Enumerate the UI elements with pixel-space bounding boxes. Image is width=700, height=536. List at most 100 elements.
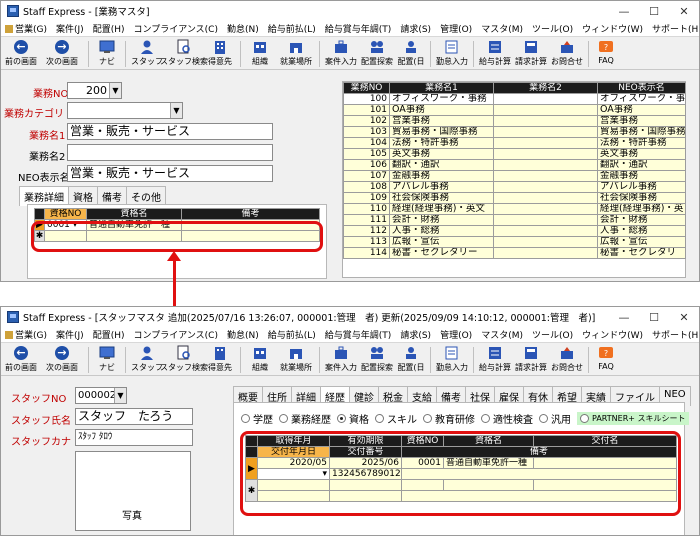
list-row[interactable]: 113 広報・宣伝 広報・宣伝 [343,236,686,248]
gyomu-name1-cell[interactable]: 秘書・セクレタリー [389,247,494,259]
neo-name-cell[interactable]: オフィスワーク・事 [597,93,686,105]
menu-kintai[interactable]: 勤怠(N) [227,22,259,35]
name2-input[interactable] [67,144,273,161]
gyomu-name1-cell[interactable]: 経理(経理事務)・英文 [389,203,494,215]
staff-kana-input[interactable]: ｽﾀｯﾌ ﾀﾛｳ [75,429,193,446]
menu-eigyo[interactable]: 営業(G) [5,22,47,35]
list-row[interactable]: 105 英文事務 英文事務 [343,148,686,160]
gyomu-name2-cell[interactable] [493,170,598,182]
menu-window[interactable]: ウィンドウ(W) [582,328,643,341]
menu-eigyo[interactable]: 営業(G) [5,328,47,341]
minimize-button[interactable]: — [609,307,639,327]
menu-haichi[interactable]: 配置(H) [93,22,125,35]
gyomu-name2-cell[interactable] [493,203,598,215]
staff-no-combo[interactable]: 000002 ▼ [75,387,127,404]
neo-name-cell[interactable]: 貿易事務・国際事務 [597,126,686,138]
menu-haichi[interactable]: 配置(H) [93,328,125,341]
gyomu-name2-cell[interactable] [493,148,598,160]
menu-kyuyo-shoyo[interactable]: 給与賞与年調(T) [325,22,392,35]
faq-button[interactable]: ? FAQ [592,38,620,70]
radio-kyoiku[interactable]: 教育研修 [423,411,475,426]
gyomu-name1-cell[interactable]: 営業事務 [389,115,494,127]
tokuisaki-button[interactable]: 得意先 [203,344,237,376]
list-row[interactable]: 110 経理(経理事務)・英文 経理(経理事務)・英 [343,203,686,215]
haichi-day-button[interactable]: 配置(日 [395,38,427,70]
menu-kyuyo-maebarai[interactable]: 給与前払(L) [268,328,316,341]
gyomu-name2-cell[interactable] [493,247,598,259]
neo-name-cell[interactable]: 英文事務 [597,148,686,160]
gyomu-no-cell[interactable]: 112 [343,225,390,237]
gyomu-name1-cell[interactable]: 人事・総務 [389,225,494,237]
haichi-day-button[interactable]: 配置(日 [395,344,427,376]
anken-input-button[interactable]: 案件入力 [323,344,359,376]
menu-window[interactable]: ウィンドウ(W) [582,22,643,35]
neo-name-cell[interactable]: 金融事務 [597,170,686,182]
kyuyo-keisan-button[interactable]: 給与計算 [477,38,513,70]
menu-kintai[interactable]: 勤怠(N) [227,328,259,341]
tab-sonota[interactable]: その他 [126,186,166,206]
menu-anken[interactable]: 案件(J) [56,22,84,35]
gyomu-name2-cell[interactable] [493,93,598,105]
seikyu-keisan-button[interactable]: 請求計算 [513,344,549,376]
gyomu-no-cell[interactable]: 103 [343,126,390,138]
neo-name-cell[interactable]: 広報・宣伝 [597,236,686,248]
list-row[interactable]: 109 社会保険事務 社会保険事務 [343,192,686,204]
list-row[interactable]: 104 法務・特許事務 法務・特許事務 [343,137,686,149]
tab-biko[interactable]: 備考 [97,186,127,206]
staff-search-button[interactable]: スタッフ検索 [160,38,208,70]
radio-gyomu-keireki[interactable]: 業務経歴 [279,411,331,426]
haichi-tansaku-button[interactable]: 配置探索 [359,344,395,376]
faq-button[interactable]: ? FAQ [592,344,620,376]
close-button[interactable]: ✕ [669,307,699,327]
staff-search-button[interactable]: スタッフ検索 [160,344,208,376]
menu-tool[interactable]: ツール(O) [532,328,573,341]
gyomu-no-cell[interactable]: 105 [343,148,390,160]
neo-name-cell[interactable]: 社会保険事務 [597,192,686,204]
list-row[interactable]: 106 翻訳・通訳 翻訳・通訳 [343,159,686,171]
neo-name-cell[interactable]: アパレル事務 [597,181,686,193]
menu-master[interactable]: マスタ(M) [481,328,523,341]
list-row[interactable]: 100 オフィスワーク・事務 オフィスワーク・事 [343,93,686,105]
kintai-input-button[interactable]: 勤怠入力 [434,344,470,376]
gyomu-name2-cell[interactable] [493,137,598,149]
haichi-tansaku-button[interactable]: 配置探索 [359,38,395,70]
gyomu-name1-cell[interactable]: アパレル事務 [389,181,494,193]
chevron-down-icon[interactable]: ▼ [109,83,121,98]
menu-kanri[interactable]: 管理(O) [440,22,472,35]
gyomu-name2-cell[interactable] [493,181,598,193]
gyomu-no-cell[interactable]: 102 [343,115,390,127]
menu-kanri[interactable]: 管理(O) [440,328,472,341]
gyomu-no-cell[interactable]: 110 [343,203,390,215]
close-button[interactable]: ✕ [669,1,699,21]
soshiki-button[interactable]: 組織 [244,344,276,376]
radio-tekisei[interactable]: 適性検査 [481,411,533,426]
list-row[interactable]: 112 人事・総務 人事・総務 [343,225,686,237]
category-combo[interactable]: ▼ [67,102,183,119]
gyomu-name2-cell[interactable] [493,214,598,226]
gyomu-name2-cell[interactable] [493,225,598,237]
gyomu-no-cell[interactable]: 106 [343,159,390,171]
kyuyo-keisan-button[interactable]: 給与計算 [477,344,513,376]
neo-name-cell[interactable]: 会計・財務 [597,214,686,226]
gyomu-no-cell[interactable]: 113 [343,236,390,248]
otoiawase-button[interactable]: お問合せ [549,38,585,70]
menu-kyuyo-maebarai[interactable]: 給与前払(L) [268,22,316,35]
list-row[interactable]: 107 金融事務 金融事務 [343,170,686,182]
menu-seikyu[interactable]: 請求(S) [400,328,431,341]
gyomu-no-cell[interactable]: 100 [343,93,390,105]
tab-shikaku[interactable]: 資格 [68,186,98,206]
partner-skillsheet-button[interactable]: PARTNER+ スキルシート [577,412,689,425]
minimize-button[interactable]: — [609,1,639,21]
menu-tool[interactable]: ツール(O) [532,22,573,35]
chevron-down-icon[interactable]: ▼ [170,103,182,118]
radio-shikaku[interactable]: 資格 [337,411,369,426]
menu-support[interactable]: サポート(H) [652,22,699,35]
gyomu-name2-cell[interactable] [493,126,598,138]
gyomu-name2-cell[interactable] [493,159,598,171]
radio-hanyo[interactable]: 汎用 [539,411,571,426]
navi-button[interactable]: ナビ [92,344,122,376]
forward-button[interactable]: → 次の画面 [39,344,85,376]
neo-input[interactable]: 営業・販売・サービス [67,165,273,182]
gyomu-name1-cell[interactable]: 英文事務 [389,148,494,160]
list-row[interactable]: 111 会計・財務 会計・財務 [343,214,686,226]
